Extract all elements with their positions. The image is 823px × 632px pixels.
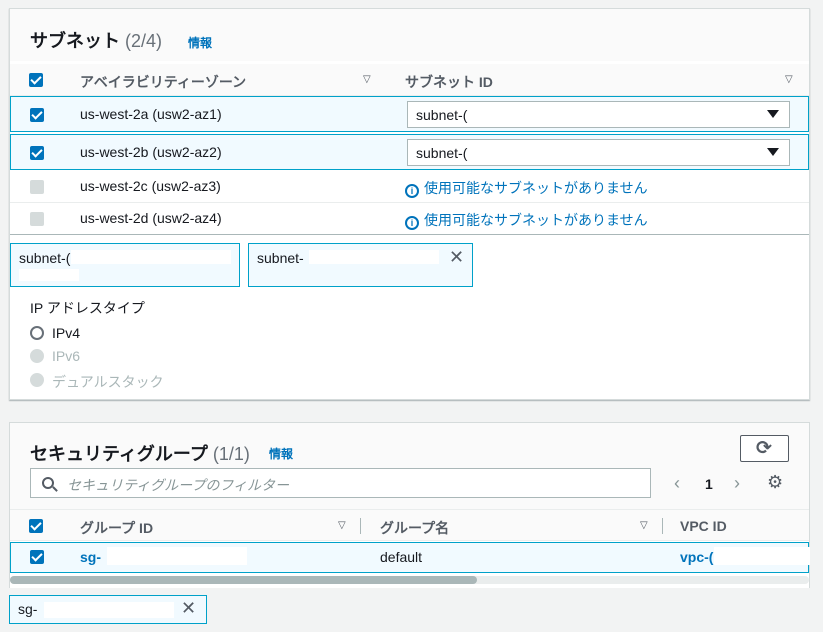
refresh-button[interactable]: ⟳ <box>740 435 789 462</box>
subnet-select-value: subnet-( <box>416 145 468 161</box>
sort-down-icon[interactable]: ▽ <box>785 74 793 85</box>
column-header-subnet-id[interactable]: サブネット ID <box>405 72 493 92</box>
column-divider[interactable] <box>662 518 663 534</box>
column-header-group-name[interactable]: グループ名 <box>380 518 449 538</box>
info-icon: i <box>405 216 419 230</box>
security-group-token-label: sg- <box>18 601 38 617</box>
security-groups-table-header: グループ ID ▽ グループ名 ▽ VPC ID <box>10 509 809 541</box>
radio-ipv6 <box>30 349 44 363</box>
settings-icon[interactable]: ⚙ <box>767 472 783 493</box>
column-divider[interactable] <box>360 518 361 534</box>
horizontal-scrollbar[interactable] <box>10 576 809 584</box>
sort-down-icon[interactable]: ▽ <box>338 520 346 531</box>
close-icon[interactable]: ✕ <box>449 247 464 268</box>
radio-dualstack <box>30 373 44 387</box>
column-header-vpc-id[interactable]: VPC ID <box>680 518 727 534</box>
column-header-az[interactable]: アベイラビリティーゾーン <box>80 72 246 92</box>
page-number[interactable]: 1 <box>705 476 713 492</box>
close-icon[interactable]: ✕ <box>181 598 196 619</box>
no-subnet-text: 使用可能なサブネットがありません <box>424 180 648 196</box>
group-name-cell: default <box>380 549 423 565</box>
az-cell: us-west-2a (usw2-az1) <box>80 106 222 122</box>
redacted-value <box>309 250 439 264</box>
redacted-value <box>19 269 79 281</box>
row-checkbox <box>30 212 44 226</box>
caret-down-icon <box>767 110 779 118</box>
security-groups-header: セキュリティグループ (1/1) 情報 ⟳ セキュリティグループのフィルター ‹… <box>10 423 809 509</box>
select-all-checkbox[interactable] <box>29 519 43 533</box>
subnet-token[interactable]: subnet- ✕ <box>248 243 473 287</box>
radio-label-ipv4: IPv4 <box>52 325 81 341</box>
subnet-row: us-west-2c (usw2-az3) i 使用可能なサブネットがありません <box>10 171 809 203</box>
security-groups-count: (1/1) <box>212 444 250 464</box>
az-cell: us-west-2c (usw2-az3) <box>80 178 221 194</box>
row-checkbox[interactable] <box>30 146 44 160</box>
row-checkbox <box>30 180 44 194</box>
security-groups-title: セキュリティグループ (1/1) <box>30 440 250 466</box>
previous-page-icon[interactable]: ‹ <box>674 473 680 494</box>
redacted-value <box>71 250 231 264</box>
sort-down-icon[interactable]: ▽ <box>363 74 371 85</box>
security-group-row[interactable]: sg- default vpc-( <box>10 542 810 573</box>
subnets-info-link[interactable]: 情報 <box>188 34 212 51</box>
info-icon: i <box>405 184 419 198</box>
group-id-link[interactable]: sg- <box>80 549 101 565</box>
subnet-row[interactable]: us-west-2b (usw2-az2) subnet-( <box>10 134 809 170</box>
subnet-token[interactable]: subnet-( <box>10 243 240 287</box>
security-groups-info-link[interactable]: 情報 <box>269 445 293 462</box>
subnets-table-header: アベイラビリティーゾーン ▽ サブネット ID ▽ <box>10 64 809 96</box>
az-cell: us-west-2b (usw2-az2) <box>80 144 222 160</box>
row-checkbox[interactable] <box>30 108 44 122</box>
redacted-value <box>714 547 810 565</box>
select-all-checkbox[interactable] <box>29 73 43 87</box>
column-header-group-id[interactable]: グループ ID <box>80 518 153 538</box>
security-groups-panel: セキュリティグループ (1/1) 情報 ⟳ セキュリティグループのフィルター ‹… <box>9 422 810 588</box>
subnet-row[interactable]: us-west-2a (usw2-az1) subnet-( <box>10 96 809 132</box>
scrollbar-thumb[interactable] <box>10 576 477 584</box>
vpc-id-link[interactable]: vpc-( <box>680 549 713 565</box>
subnets-title-text: サブネット <box>30 31 120 51</box>
subnet-select[interactable]: subnet-( <box>407 101 790 128</box>
caret-down-icon <box>767 148 779 156</box>
subnet-select[interactable]: subnet-( <box>407 139 790 166</box>
no-subnet-text: 使用可能なサブネットがありません <box>424 212 648 228</box>
search-icon-handle <box>52 486 58 492</box>
subnets-count: (2/4) <box>125 31 163 51</box>
radio-ipv4[interactable] <box>30 326 44 340</box>
subnets-title: サブネット (2/4) <box>30 27 162 53</box>
subnet-row: us-west-2d (usw2-az4) i 使用可能なサブネットがありません <box>10 203 809 235</box>
security-group-search-input[interactable]: セキュリティグループのフィルター <box>30 468 651 498</box>
subnet-select-value: subnet-( <box>416 107 468 123</box>
radio-label-ipv6: IPv6 <box>52 348 81 364</box>
ip-address-type-label: IP アドレスタイプ <box>30 300 145 316</box>
sort-down-icon[interactable]: ▽ <box>640 520 648 531</box>
row-checkbox[interactable] <box>30 550 44 564</box>
subnet-token-label: subnet- <box>257 250 304 266</box>
redacted-value <box>44 602 174 618</box>
next-page-icon[interactable]: › <box>734 473 740 494</box>
az-cell: us-west-2d (usw2-az4) <box>80 210 222 226</box>
no-subnet-message: i 使用可能なサブネットがありません <box>405 210 648 230</box>
subnet-token-label: subnet-( <box>19 250 71 266</box>
security-group-token[interactable]: sg- ✕ <box>9 595 207 624</box>
subnets-header: サブネット (2/4) 情報 <box>10 9 809 61</box>
no-subnet-message: i 使用可能なサブネットがありません <box>405 178 648 198</box>
radio-label-dualstack: デュアルスタック <box>52 374 164 390</box>
search-placeholder: セキュリティグループのフィルター <box>67 477 290 493</box>
subnets-panel: サブネット (2/4) 情報 アベイラビリティーゾーン ▽ サブネット ID ▽… <box>9 8 810 400</box>
redacted-value <box>107 547 247 565</box>
security-groups-title-text: セキュリティグループ <box>30 444 208 464</box>
refresh-icon: ⟳ <box>756 438 772 459</box>
